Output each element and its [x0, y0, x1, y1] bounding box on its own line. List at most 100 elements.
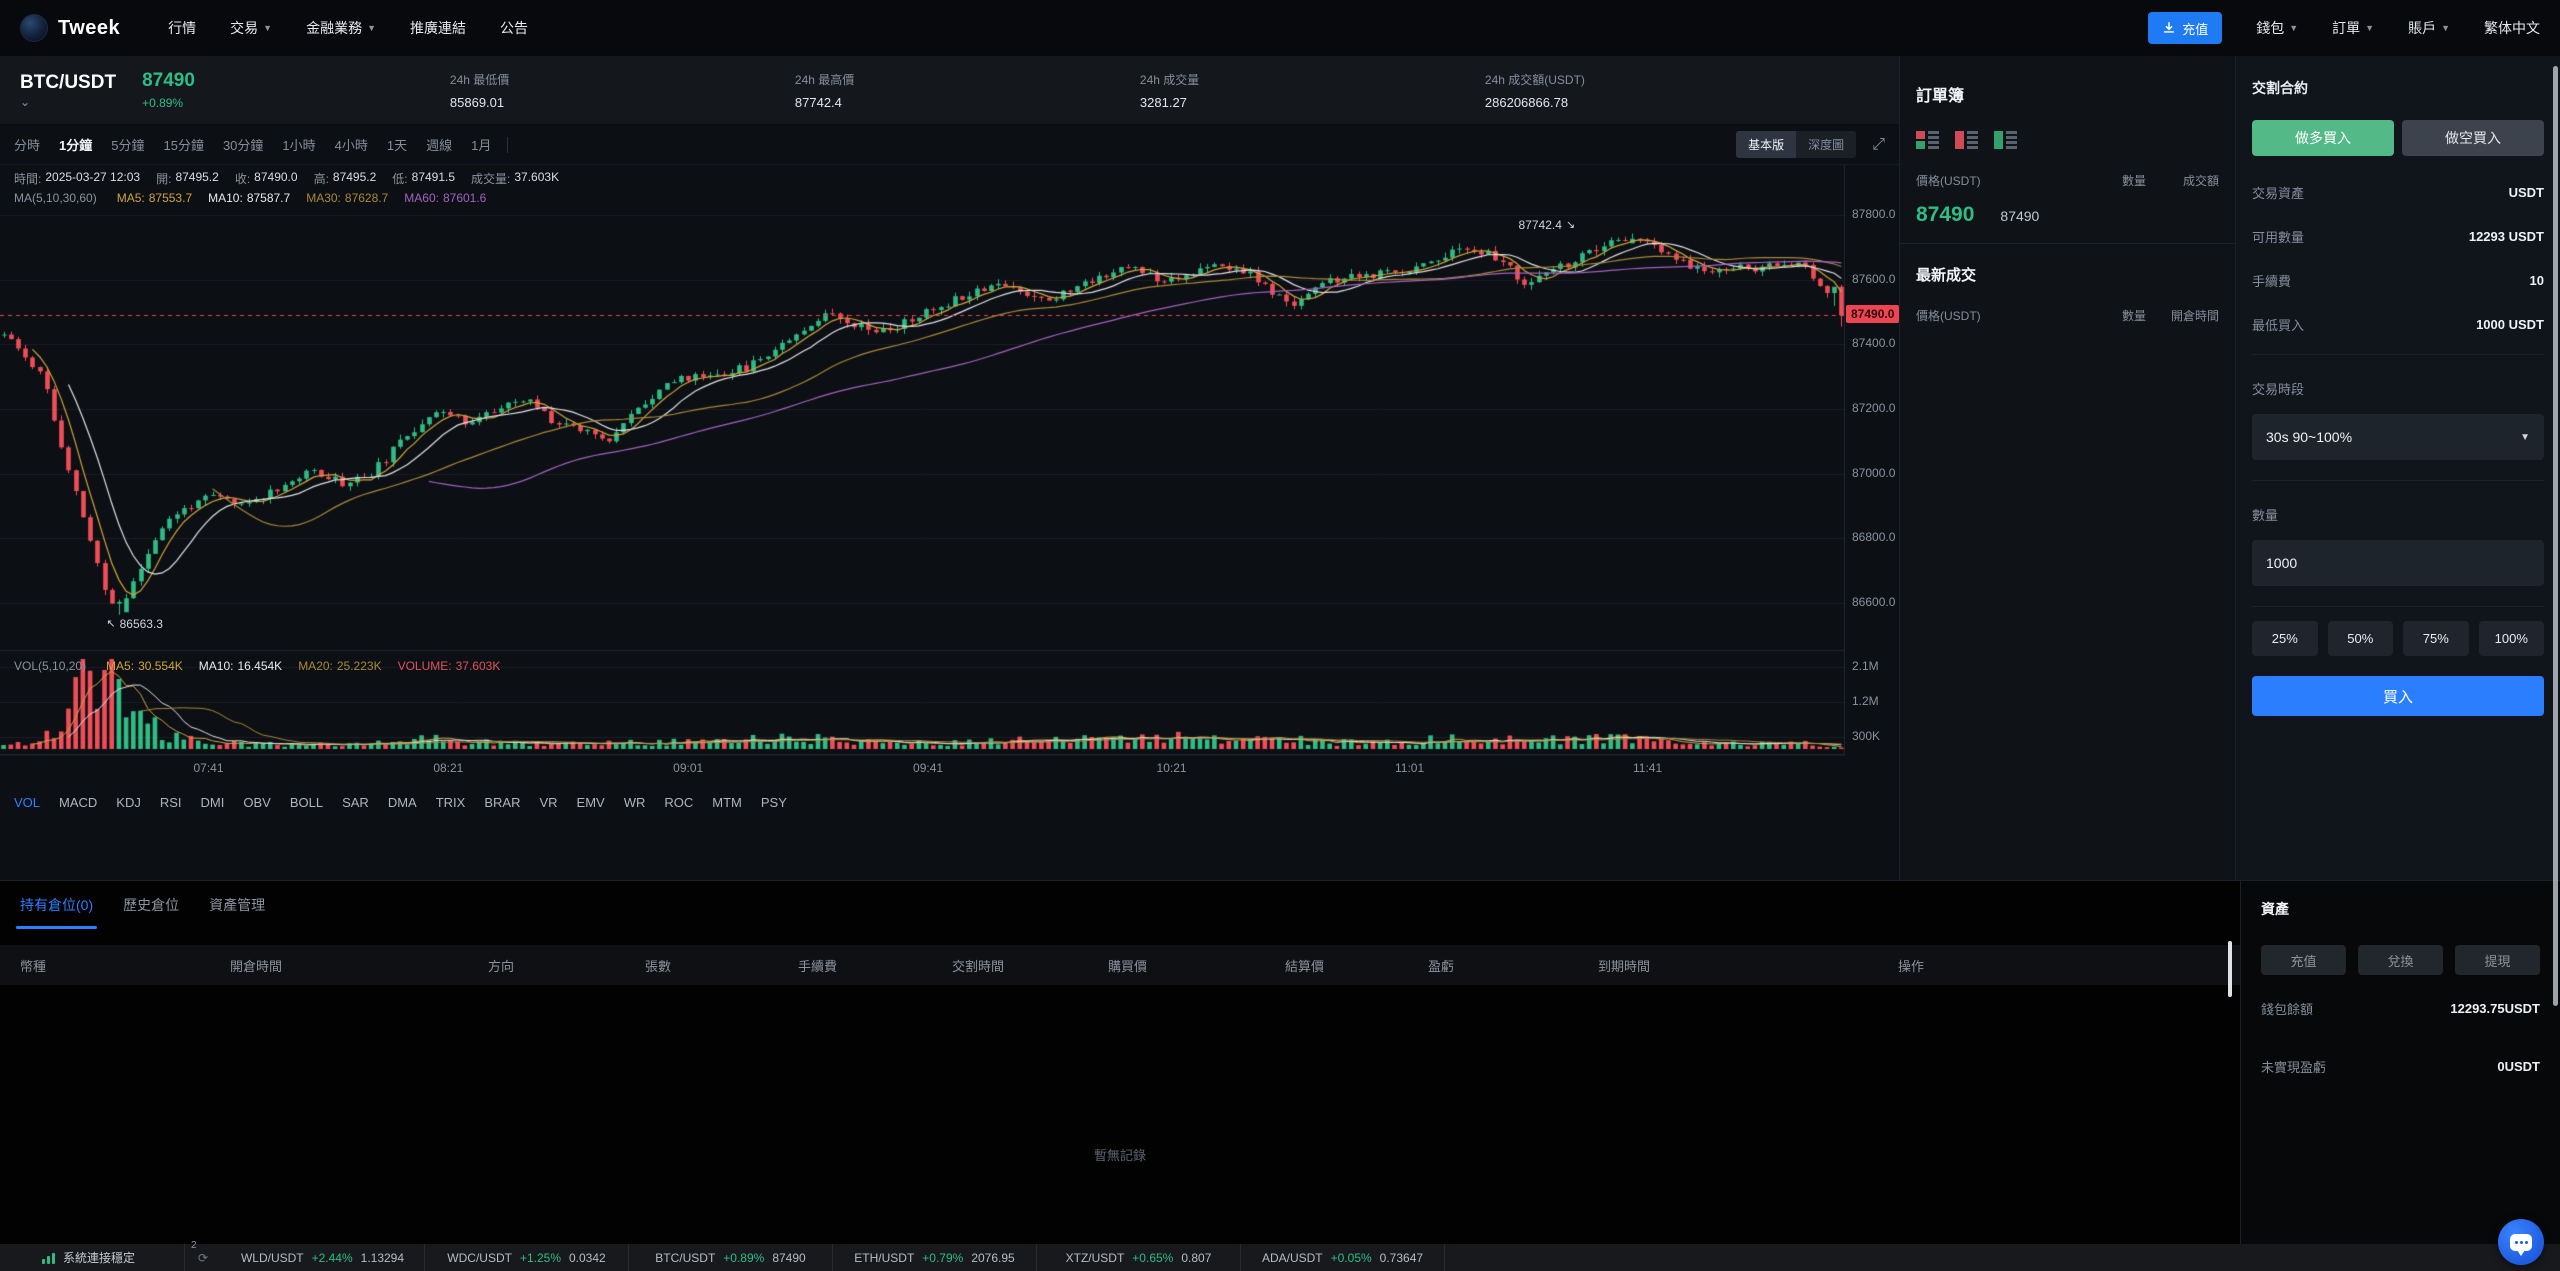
table-column-header: 幣種: [20, 958, 47, 974]
table-column-header: 方向: [488, 958, 515, 974]
page-scrollbar[interactable]: [2553, 66, 2558, 1006]
indicator-tab[interactable]: ROC: [664, 795, 693, 810]
indicator-tab[interactable]: PSY: [761, 795, 787, 810]
time-axis-label: 11:01: [1395, 761, 1425, 775]
asset-action-button[interactable]: 提現: [2455, 945, 2540, 975]
positions-tab[interactable]: 資產管理: [209, 895, 265, 929]
indicator-tab[interactable]: BRAR: [484, 795, 520, 810]
asset-action-button[interactable]: 兌換: [2358, 945, 2443, 975]
orderbook-panel: 訂單簿 價格(USDT) 數量 成交額 87490 87490 最新成交 價格(…: [1900, 56, 2236, 880]
indicator-tab[interactable]: OBV: [243, 795, 270, 810]
orderbook-bids-icon[interactable]: [1994, 130, 2019, 150]
chevron-down-icon: ▼: [2289, 23, 2299, 33]
indicator-tab[interactable]: MACD: [59, 795, 97, 810]
wallet-menu[interactable]: 錢包 ▼: [2256, 18, 2298, 38]
orderbook-mark-price: 87490: [2000, 208, 2040, 224]
timeframe-tab[interactable]: 15分鐘: [163, 135, 203, 154]
timeframe-tab[interactable]: 週線: [426, 135, 452, 154]
trade-info-row: 可用數量 12293 USDT: [2252, 228, 2544, 245]
timeframe-tab[interactable]: 30分鐘: [223, 135, 263, 154]
nav-item[interactable]: 行情: [168, 18, 196, 38]
indicator-tab[interactable]: TRIX: [436, 795, 466, 810]
brand-name[interactable]: Tweek: [58, 17, 120, 40]
ticker-cell[interactable]: ADA/USDT +0.05% 0.73647: [1241, 1244, 1445, 1271]
table-column-header: 操作: [1898, 958, 1925, 974]
orderbook-both-icon[interactable]: [1916, 130, 1941, 150]
language-switcher[interactable]: 繁体中文: [2484, 18, 2540, 38]
chat-widget[interactable]: [2498, 1219, 2544, 1265]
positions-tab[interactable]: 歷史倉位: [123, 895, 179, 929]
timeframe-tab[interactable]: 分時: [14, 135, 40, 154]
percent-button[interactable]: 100%: [2478, 621, 2544, 656]
divider: [2252, 606, 2544, 607]
trade-info-rows: 交易資產 USDT 可用數量 12293 USDT 手續費 10 最低買入 10…: [2252, 170, 2544, 346]
percent-button[interactable]: 50%: [2327, 621, 2393, 656]
nav-item[interactable]: 交易 ▼: [230, 18, 272, 38]
timeframe-tab[interactable]: 4小時: [335, 135, 368, 154]
period-select[interactable]: 30s 90~100% ▼: [2252, 414, 2544, 460]
long-buy-button[interactable]: 做多買入: [2252, 120, 2394, 156]
ticker-cell[interactable]: WDC/USDT +1.25% 0.0342: [425, 1244, 629, 1271]
volume-axis-label: 300K: [1852, 729, 1881, 744]
table-scrollbar[interactable]: [2228, 941, 2232, 997]
percent-button[interactable]: 25%: [2252, 621, 2318, 656]
time-axis-label: 10:21: [1156, 761, 1187, 775]
timeframe-bar: 分時 1分鐘 5分鐘 15分鐘 30分鐘 1小時 4小時 1天 週線 1月 基本版 深度圖 ⤢: [0, 125, 1899, 165]
orderbook-price-row: 87490 87490: [1916, 203, 2219, 227]
nav-right: 充值 錢包 ▼ 訂單 ▼ 賬戶 ▼ 繁体中文: [2148, 12, 2540, 44]
indicator-tab[interactable]: WR: [624, 795, 646, 810]
indicator-tab[interactable]: DMI: [201, 795, 225, 810]
indicator-tab[interactable]: VR: [539, 795, 557, 810]
timeframe-tab[interactable]: 5分鐘: [111, 135, 144, 154]
chevron-down-icon[interactable]: ⌄: [20, 95, 34, 109]
bottom-region: 持有倉位(0) 歷史倉位 資產管理 幣種 開倉時間 方向 張數 手續費 交割時間 購買價 結算價 盈…: [0, 880, 2560, 1244]
amount-input[interactable]: [2252, 540, 2544, 586]
pair-selector[interactable]: BTC/USDT ⌄: [20, 72, 116, 109]
ticker-cell[interactable]: XTZ/USDT +0.65% 0.807: [1037, 1244, 1241, 1271]
nav-item[interactable]: 公告: [500, 18, 528, 38]
indicator-tab[interactable]: RSI: [160, 795, 182, 810]
asset-action-button[interactable]: 充值: [2261, 945, 2346, 975]
price-axis-label: 87800.0: [1852, 207, 1896, 221]
kline-canvas[interactable]: [0, 165, 1845, 755]
ticker-stats: 24h 最低價 85869.01 24h 最高價 87742.4 24h 成交量…: [450, 71, 1830, 110]
timeframe-tab[interactable]: 1月: [471, 135, 491, 154]
timeframe-tab[interactable]: 1分鐘: [59, 135, 92, 154]
empty-state: 暫無記錄: [1093, 1148, 1146, 1163]
ticker-cell[interactable]: BTC/USDT +0.89% 87490: [629, 1244, 833, 1271]
indicator-tab[interactable]: MTM: [712, 795, 742, 810]
tab-depth-view[interactable]: 深度圖: [1796, 131, 1856, 158]
deposit-button[interactable]: 充值: [2148, 12, 2223, 44]
positions-tab[interactable]: 持有倉位(0): [15, 895, 98, 929]
refresh-icon[interactable]: 2 ⟳: [185, 1240, 221, 1271]
orders-menu[interactable]: 訂單 ▼: [2332, 18, 2374, 38]
trade-panel-title: 交割合約: [2252, 80, 2308, 96]
indicator-tab[interactable]: SAR: [342, 795, 369, 810]
table-column-header: 盈虧: [1428, 958, 1455, 974]
timeframe-tab[interactable]: 1天: [387, 135, 407, 154]
price-axis-label: 87200.0: [1852, 401, 1896, 415]
positions-panel: 持有倉位(0) 歷史倉位 資產管理 幣種 開倉時間 方向 張數 手續費 交割時間 購買價 結算價 盈…: [0, 881, 2240, 1244]
price-axis: 87800.0 87600.0 87400.0 87200.0 87000.0 86800…: [1845, 165, 1900, 755]
orderbook-asks-icon[interactable]: [1955, 130, 1980, 150]
indicator-tab[interactable]: VOL: [14, 795, 40, 810]
indicator-tab[interactable]: EMV: [577, 795, 605, 810]
divider: [2252, 480, 2544, 481]
ticker-cell[interactable]: ETH/USDT +0.79% 2076.95: [833, 1244, 1037, 1271]
timeframe-tab[interactable]: 1小時: [282, 135, 315, 154]
account-menu[interactable]: 賬戶 ▼: [2408, 18, 2450, 38]
indicator-tab[interactable]: BOLL: [290, 795, 323, 810]
percent-button[interactable]: 75%: [2403, 621, 2469, 656]
buy-button[interactable]: 買入: [2252, 676, 2544, 716]
ticker-cell[interactable]: WLD/USDT +2.44% 1.13294: [221, 1244, 425, 1271]
indicator-tab[interactable]: DMA: [388, 795, 417, 810]
fullscreen-icon[interactable]: ⤢: [1872, 136, 1885, 154]
chevron-down-icon: ▼: [263, 23, 273, 33]
short-buy-button[interactable]: 做空買入: [2402, 120, 2544, 156]
nav-item[interactable]: 金融業務 ▼: [306, 18, 376, 38]
nav-item[interactable]: 推廣連結: [410, 18, 466, 38]
indicator-tab[interactable]: KDJ: [116, 795, 141, 810]
brand-logo[interactable]: [20, 14, 48, 42]
view-toggle: 基本版 深度圖: [1736, 131, 1857, 158]
tab-basic-view[interactable]: 基本版: [1736, 131, 1797, 158]
